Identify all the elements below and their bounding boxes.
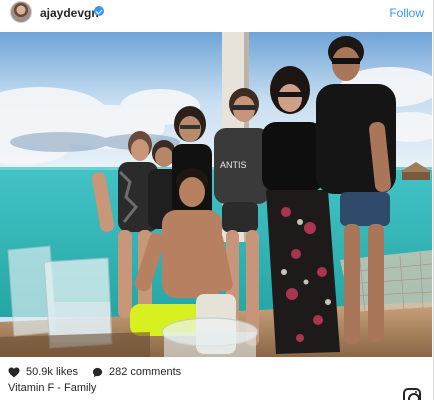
svg-text:ANTIS: ANTIS — [220, 160, 247, 170]
profile-avatar[interactable] — [10, 1, 32, 23]
post-header: ajaydevgn Follow — [0, 0, 434, 28]
follow-button[interactable]: Follow — [389, 6, 424, 20]
instagram-embed: ajaydevgn Follow ANTIS 50.9k likes 282 c… — [0, 0, 434, 400]
comment-bubble-icon[interactable] — [92, 367, 103, 378]
post-photo[interactable]: ANTIS — [0, 32, 432, 357]
heart-icon[interactable] — [8, 367, 20, 378]
post-caption: Vitamin F - Family — [8, 382, 97, 394]
verified-badge-icon — [94, 6, 104, 16]
username[interactable]: ajaydevgn — [40, 6, 99, 20]
likes-count[interactable]: 50.9k likes — [26, 366, 78, 378]
instagram-logo-icon[interactable] — [403, 388, 421, 400]
post-actions: 50.9k likes 282 comments — [8, 365, 181, 379]
comments-count[interactable]: 282 comments — [109, 366, 181, 378]
